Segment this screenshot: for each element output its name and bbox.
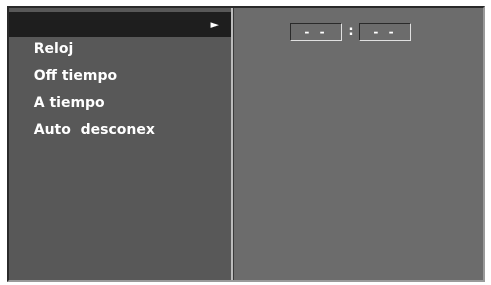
menu-item-label: Auto desconex <box>33 122 155 138</box>
panel-divider-shadow <box>233 8 234 280</box>
clock-hours-field[interactable]: - - <box>290 23 342 41</box>
clock-minutes-field[interactable]: - - <box>359 23 411 41</box>
submenu-arrow-icon: ► <box>210 18 219 31</box>
menu-item-auto-desconex[interactable]: Auto desconex <box>9 93 231 138</box>
clock-separator: : <box>348 24 354 39</box>
menu-item-a-tiempo[interactable]: A tiempo <box>9 66 231 111</box>
menu-item-reloj[interactable]: Reloj ► <box>9 12 231 57</box>
menu-item-off-tiempo[interactable]: Off tiempo <box>9 39 231 84</box>
